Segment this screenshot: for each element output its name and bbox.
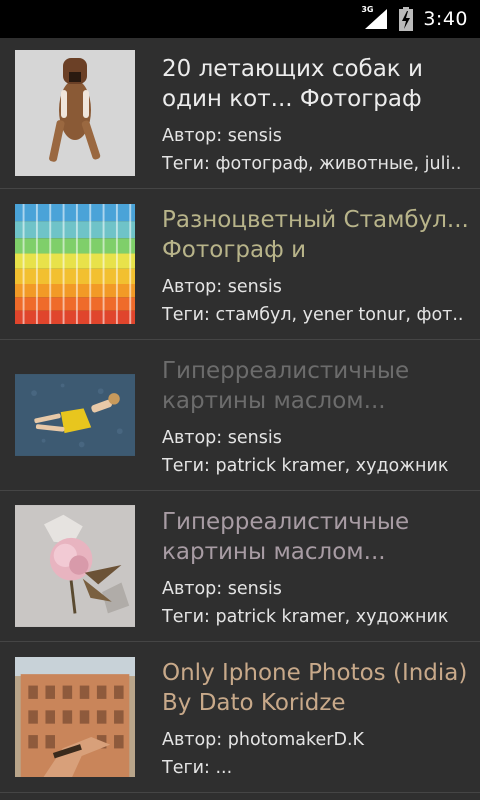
list-item[interactable]: Разноцветный Стамбул... Фотограф и Автор… [0,189,480,340]
item-author: Автор: sensis [162,579,282,599]
list-item[interactable]: 20 летающих собак и один кот... Фотограф… [0,38,480,189]
india-palace-photo-icon [15,657,135,777]
network-signal-icon: 3G [361,5,389,31]
item-title[interactable]: 20 летающих собак и один кот... Фотограф [162,54,470,116]
thumbnail [15,50,135,176]
item-tags: Теги: patrick kramer, художник [162,607,449,627]
list-item[interactable]: Гиперреалистичные картины маслом... Авто… [0,340,480,491]
item-title[interactable]: Гиперреалистичные картины маслом... [162,356,470,418]
list-item[interactable]: Гиперреалистичные картины маслом... Авто… [0,491,480,642]
item-author: Автор: sensis [162,428,282,448]
item-title[interactable]: Разноцветный Стамбул... Фотограф и [162,205,470,267]
item-author: Автор: sensis [162,126,282,146]
battery-charging-icon [399,7,414,31]
status-bar: 3G 3:40 [0,0,480,38]
item-title[interactable]: Only Iphone Photos (India) By Dato Korid… [162,658,470,720]
item-title[interactable]: Гиперреалистичные картины маслом... [162,507,470,569]
item-author: Автор: sensis [162,277,282,297]
flower-painting-icon [15,505,135,627]
clock: 3:40 [423,8,468,30]
thumbnail [15,201,135,327]
item-tags: Теги: фотограф, животные, juli.. [162,154,462,174]
item-tags: Теги: ... [162,758,233,778]
item-author: Автор: photomakerD.K [162,730,364,750]
item-tags: Теги: стамбул, yener tonur, фот.. [162,305,464,325]
girl-yellow-dress-painting-icon [15,374,135,456]
thumbnail [15,503,135,629]
flying-dog-photo-icon [15,50,135,176]
colorful-building-photo-icon [15,204,135,324]
thumbnail [15,654,135,780]
item-tags: Теги: patrick kramer, художник [162,456,449,476]
thumbnail [15,352,135,478]
list-item[interactable]: Only Iphone Photos (India) By Dato Korid… [0,642,480,793]
article-list: 20 летающих собак и один кот... Фотограф… [0,38,480,793]
